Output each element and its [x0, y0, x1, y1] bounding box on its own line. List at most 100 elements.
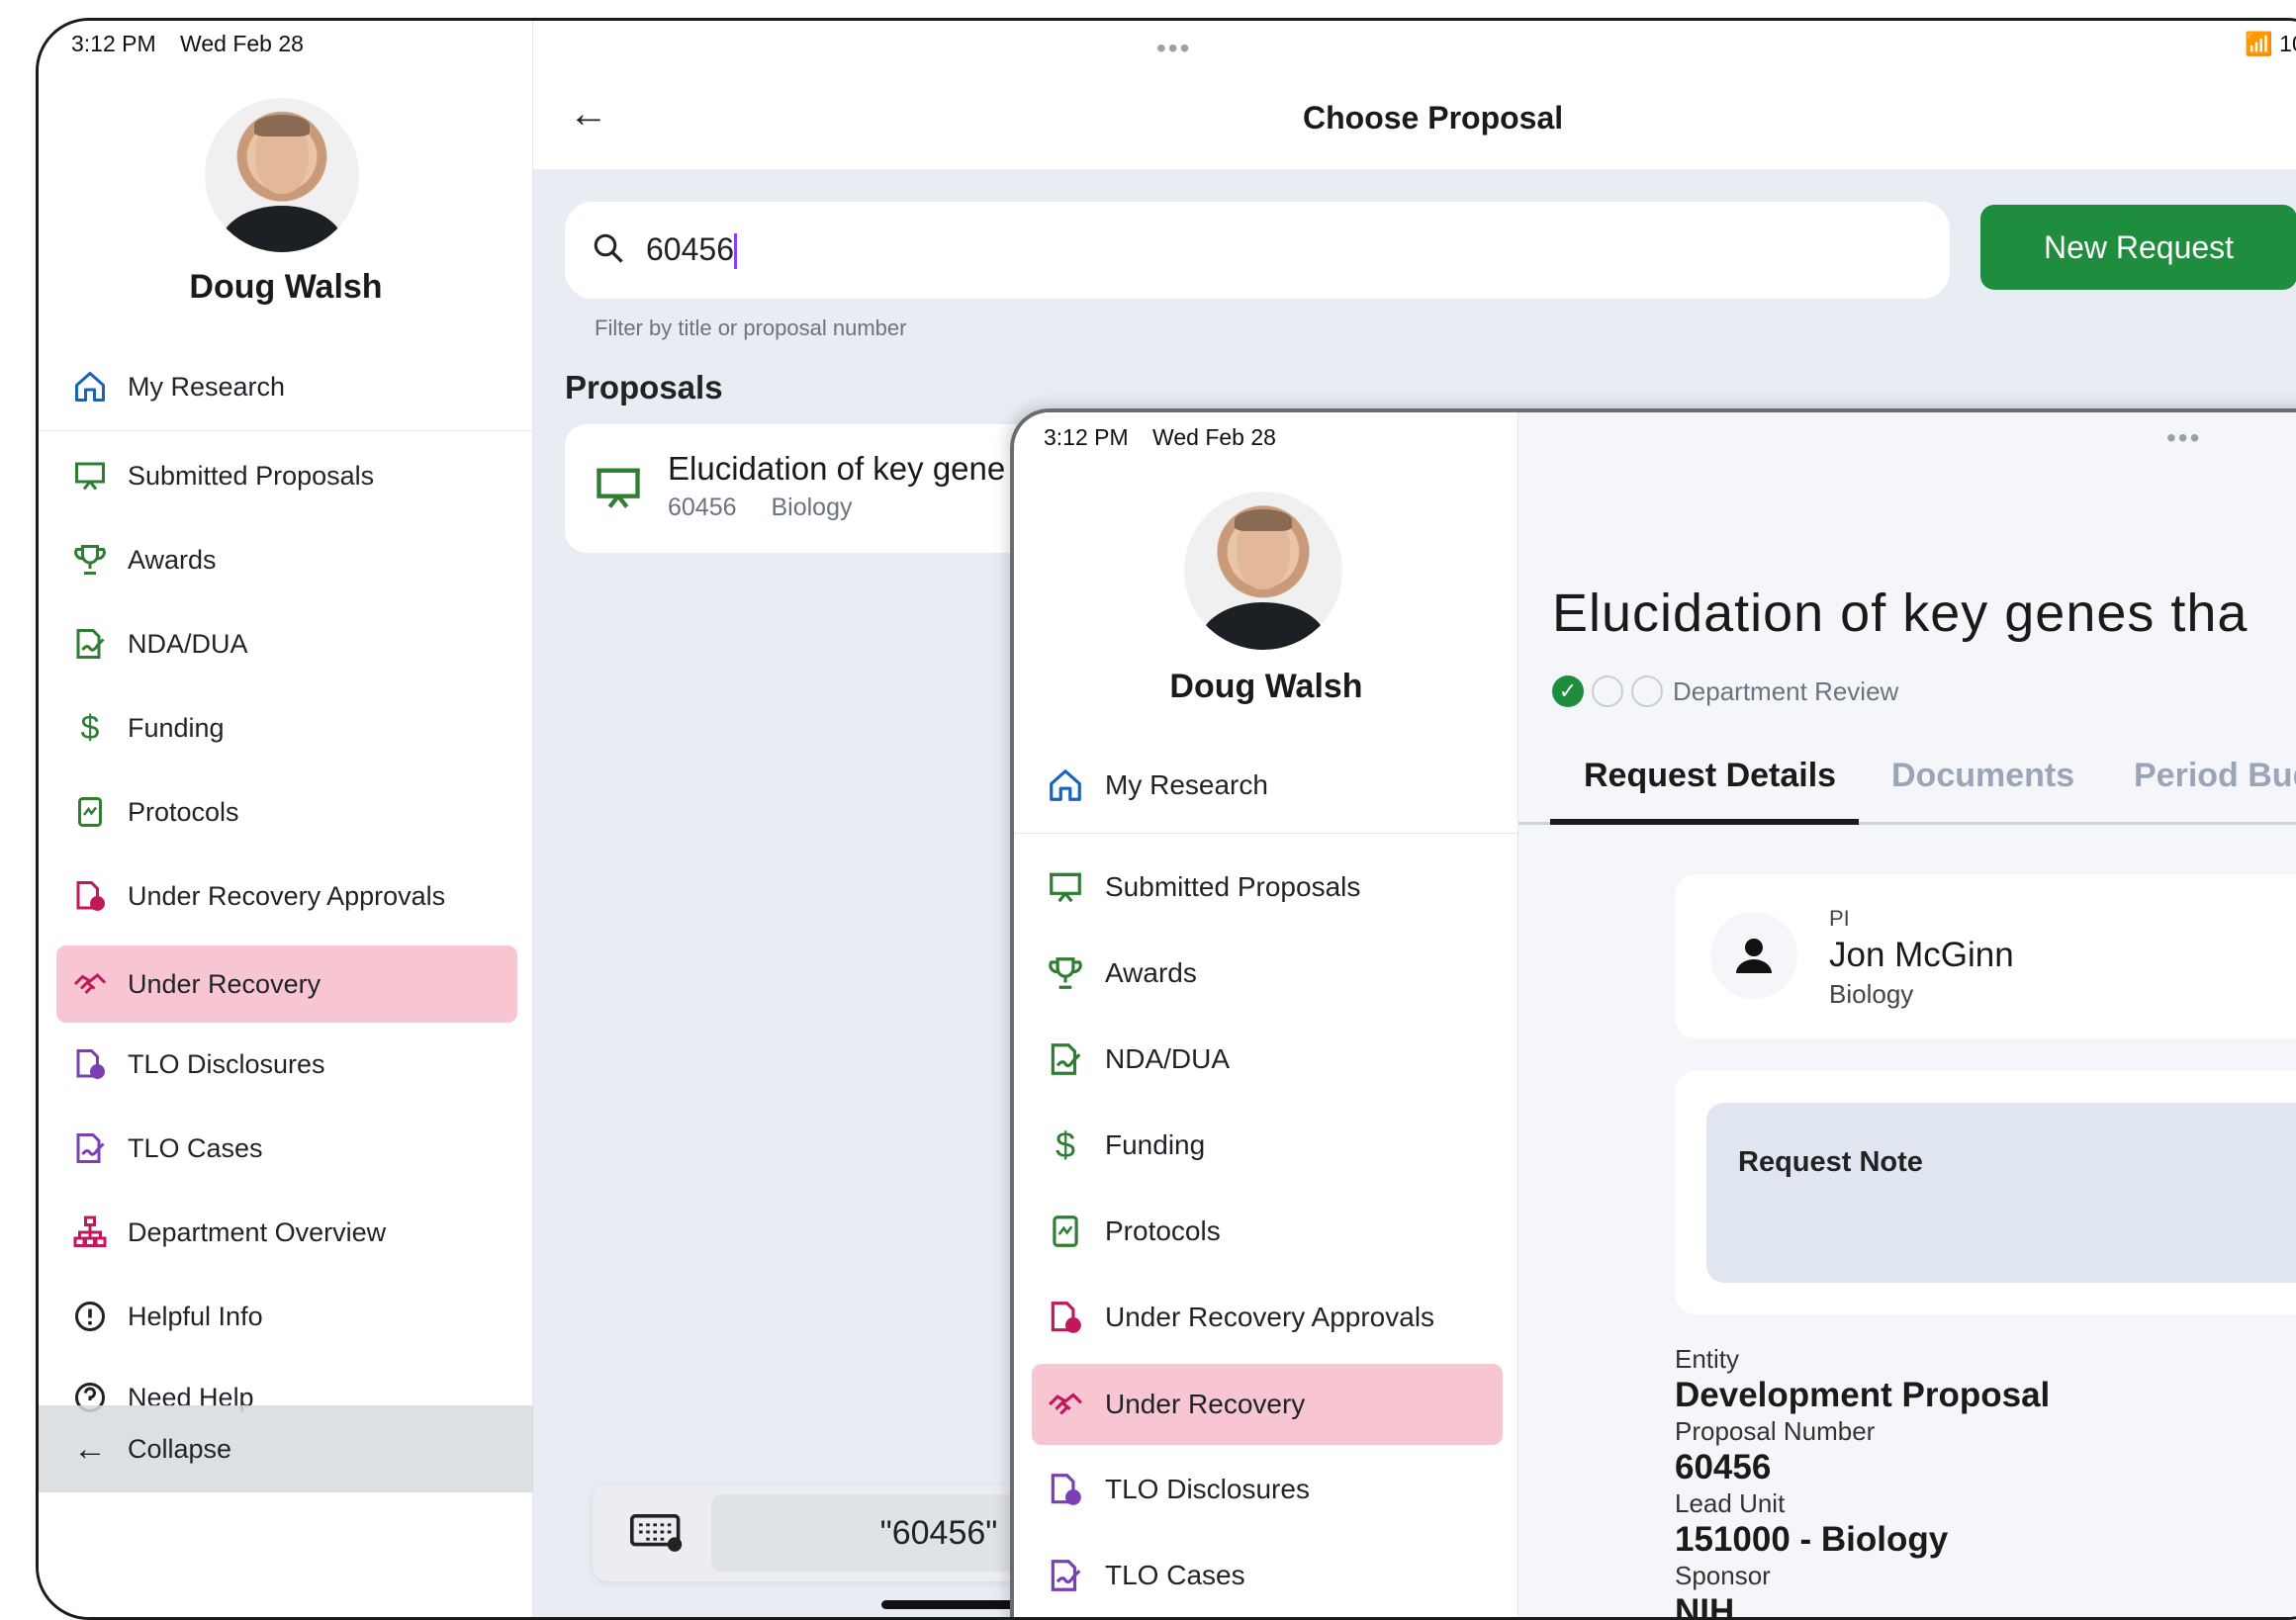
request-note-box[interactable]: Request Note — [1706, 1103, 2296, 1283]
sidebar-item-submitted-proposals[interactable]: Submitted Proposals — [1042, 855, 1360, 919]
doc-check-icon — [1042, 1471, 1089, 1508]
signed-doc-icon — [1042, 1040, 1089, 1078]
sidebar-item-label: TLO Cases — [128, 1132, 263, 1163]
presentation-icon — [66, 458, 114, 494]
sidebar-item-my-research[interactable]: My Research — [1042, 754, 1268, 817]
tab-period-budget[interactable]: Period Bud — [2134, 757, 2296, 795]
multitask-dots[interactable]: ••• — [1156, 33, 1191, 64]
sidebar-item-label: Under Recovery Approvals — [128, 880, 446, 911]
sidebar-item-label: Helpful Info — [128, 1301, 263, 1331]
sidebar-item-nda-dua[interactable]: NDA/DUA — [1042, 1028, 1230, 1091]
page-title: Choose Proposal — [1303, 100, 1564, 135]
signed-doc-icon — [66, 1130, 114, 1166]
collapse-label: Collapse — [128, 1433, 232, 1464]
doc-check-icon — [66, 878, 114, 914]
proposal-meta: 60456 Biology — [668, 494, 852, 522]
trophy-icon — [66, 542, 114, 578]
protocol-doc-icon — [66, 794, 114, 830]
avatar[interactable] — [205, 98, 359, 252]
sidebar-item-protocols[interactable]: Protocols — [66, 782, 239, 842]
sidebar-item-submitted-proposals[interactable]: Submitted Proposals — [66, 446, 374, 505]
sidebar-item-label: My Research — [128, 371, 286, 402]
sidebar-item-my-research[interactable]: My Research — [66, 357, 285, 416]
status-text: Department Review — [1673, 675, 1899, 706]
sidebar-item-label: Protocols — [128, 796, 239, 827]
sidebar-item-tlo-cases[interactable]: TLO Cases — [1042, 1544, 1245, 1607]
status-date: Wed Feb 28 — [1152, 424, 1276, 450]
collapse-bar[interactable]: ← Collapse — [39, 1405, 533, 1492]
sidebar-item-under-recovery[interactable]: Under Recovery — [56, 945, 517, 1023]
pi-card[interactable]: PI Jon McGinn Biology — [1675, 874, 2296, 1038]
status-time: 3:12 PM — [71, 31, 156, 56]
handshake-icon — [66, 966, 114, 1002]
status-time: 3:12 PM — [1044, 424, 1129, 450]
doc-check-icon — [66, 1046, 114, 1082]
sidebar-item-helpful-info[interactable]: Helpful Info — [66, 1287, 263, 1346]
sidebar-item-label: Submitted Proposals — [1105, 871, 1361, 902]
field-value: Development Proposal — [1675, 1376, 2051, 1414]
step-pending-icon — [1592, 675, 1623, 707]
sidebar-item-funding[interactable]: $ Funding — [66, 698, 225, 758]
sidebar-item-awards[interactable]: Awards — [66, 530, 217, 589]
keyboard-icon[interactable] — [630, 1512, 684, 1557]
dollar-icon: $ — [80, 708, 100, 747]
pi-label: PI — [1829, 906, 1850, 931]
sidebar-item-label: TLO Cases — [1105, 1560, 1245, 1590]
pi-unit: Biology — [1829, 979, 1914, 1009]
ipad-screen: 3:12 PM Wed Feb 28 Doug Walsh My Researc… — [36, 18, 2296, 1620]
person-icon — [1710, 912, 1797, 999]
status-right: 📶 100% — [2245, 31, 2296, 57]
trophy-icon — [1042, 954, 1089, 992]
avatar[interactable] — [1184, 492, 1342, 650]
sidebar-item-label: Protocols — [1105, 1215, 1221, 1246]
divider — [1014, 833, 1518, 834]
search-input[interactable]: 60456 — [565, 202, 1950, 299]
request-note-label: Request Note — [1738, 1146, 1923, 1178]
sidebar-item-under-recovery[interactable]: Under Recovery — [1032, 1364, 1503, 1445]
sidebar-item-protocols[interactable]: Protocols — [1042, 1200, 1221, 1263]
signed-doc-icon — [66, 626, 114, 662]
divider — [39, 430, 533, 431]
proposal-unit: Biology — [771, 494, 853, 521]
protocol-doc-icon — [1042, 1213, 1089, 1250]
presentation-icon — [593, 462, 644, 518]
proposal-detail-title: Elucidation of key genes tha — [1552, 584, 2249, 643]
sidebar-item-tlo-disclosures[interactable]: TLO Disclosures — [1042, 1458, 1310, 1521]
tab-active-indicator — [1550, 819, 1859, 825]
sidebar-item-label: Awards — [1105, 957, 1197, 988]
back-arrow-icon[interactable]: ← — [569, 92, 608, 136]
new-request-button[interactable]: New Request — [1980, 205, 2296, 290]
field-label: Sponsor — [1675, 1561, 1771, 1590]
status-steps: ✓ Department Review — [1552, 675, 1898, 707]
sidebar-item-tlo-disclosures[interactable]: TLO Disclosures — [66, 1035, 325, 1094]
sidebar-item-nda-dua[interactable]: NDA/DUA — [66, 614, 248, 674]
field-label: Entity — [1675, 1344, 1740, 1374]
collapse-button[interactable]: ← Collapse — [66, 1419, 231, 1479]
search-hint: Filter by title or proposal number — [595, 315, 907, 340]
field-value: 60456 — [1675, 1448, 1772, 1486]
arrow-left-icon: ← — [73, 1429, 107, 1468]
sidebar-item-under-recovery-approvals[interactable]: Under Recovery Approvals — [1042, 1286, 1434, 1349]
user-name: Doug Walsh — [1169, 668, 1363, 705]
step-complete-icon: ✓ — [1552, 675, 1584, 707]
sidebar-item-funding[interactable]: $ Funding — [1042, 1114, 1205, 1177]
proposal-title: Elucidation of key gene — [668, 450, 1006, 487]
sidebar-item-label: Submitted Proposals — [128, 460, 375, 491]
sidebar-item-label: Funding — [128, 712, 225, 743]
tab-request-details[interactable]: Request Details — [1584, 757, 1836, 795]
sidebar-item-under-recovery-approvals[interactable]: Under Recovery Approvals — [66, 866, 445, 926]
wifi-icon: 📶 — [2245, 31, 2273, 56]
tab-documents[interactable]: Documents — [1891, 757, 2074, 795]
sidebar-item-tlo-cases[interactable]: TLO Cases — [66, 1119, 263, 1178]
status-bar: 3:12 PM Wed Feb 28 — [71, 31, 321, 57]
request-note-card: Request Note — [1675, 1071, 2296, 1314]
user-name: Doug Walsh — [189, 268, 383, 306]
info-icon — [66, 1299, 114, 1334]
sidebar-item-awards[interactable]: Awards — [1042, 942, 1197, 1005]
sidebar-item-department-overview[interactable]: Department Overview — [66, 1203, 386, 1262]
search-value: 60456 — [646, 231, 737, 270]
sidebar-item-label: Under Recovery Approvals — [1105, 1302, 1435, 1332]
sidebar-item-label: TLO Disclosures — [1105, 1474, 1310, 1504]
multitask-dots[interactable]: ••• — [2166, 422, 2201, 454]
sidebar-item-label: NDA/DUA — [1105, 1043, 1231, 1074]
